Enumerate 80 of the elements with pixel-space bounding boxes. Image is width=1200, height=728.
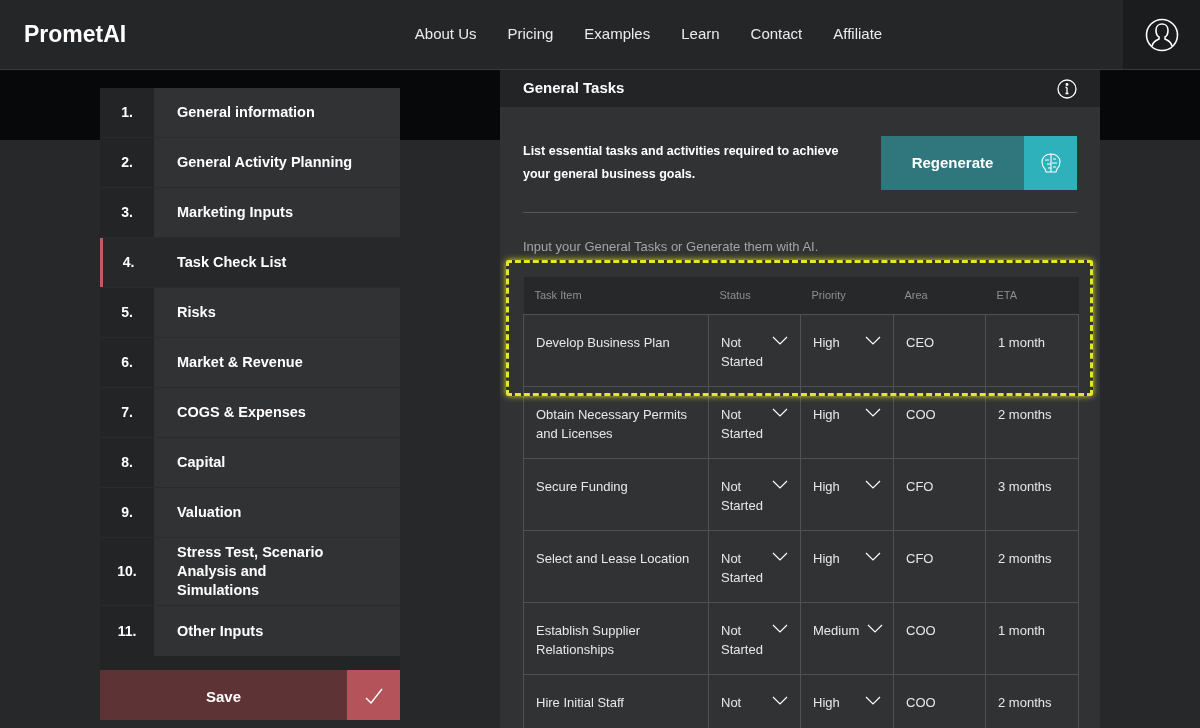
step-number: 2. [100, 138, 154, 187]
column-header: Status [708, 276, 801, 315]
status-dropdown[interactable]: Not Started [708, 386, 801, 459]
save-button[interactable]: Save [100, 670, 400, 720]
table-cell: CFO [893, 530, 986, 603]
table-cell: Secure Funding [523, 458, 709, 531]
step-number: 10. [100, 538, 154, 605]
step-item[interactable]: Capital [154, 438, 400, 487]
table-cell: Select and Lease Location [523, 530, 709, 603]
column-header: ETA [985, 276, 1079, 315]
table-cell: 1 month [985, 314, 1079, 387]
step-item[interactable]: General Activity Planning [154, 138, 400, 187]
hint-text: Input your General Tasks or Generate them with AI. [523, 238, 820, 256]
nav-link[interactable]: Affiliate [833, 23, 883, 46]
status-dropdown[interactable]: Not Started [708, 314, 801, 387]
chevron-down-icon [772, 624, 788, 633]
nav-link[interactable]: About Us [414, 23, 477, 46]
table-cell: 2 months [985, 386, 1079, 459]
chevron-down-icon [865, 552, 881, 561]
chevron-down-icon [865, 696, 881, 705]
step-item[interactable]: Risks [154, 288, 400, 337]
chevron-down-icon [772, 696, 788, 705]
column-header: Priority [800, 276, 894, 315]
chevron-down-icon [865, 336, 881, 345]
chevron-down-icon [867, 624, 884, 633]
step-item[interactable]: Valuation [154, 488, 400, 537]
column-header: Area [893, 276, 986, 315]
brain-icon [1038, 151, 1063, 175]
regenerate-button[interactable]: Regenerate [881, 136, 1077, 190]
step-number: 5. [100, 288, 154, 337]
table-cell: 2 months [985, 530, 1079, 603]
priority-dropdown[interactable]: High [800, 530, 894, 603]
check-icon [363, 688, 384, 704]
step-item[interactable]: Marketing Inputs [154, 188, 400, 237]
profile-button[interactable] [1123, 0, 1200, 69]
nav-link[interactable]: Pricing [507, 23, 554, 46]
step-number: 7. [100, 388, 154, 437]
table-cell: Obtain Necessary Permits and Licenses [523, 386, 709, 459]
step-item[interactable]: Market & Revenue [154, 338, 400, 387]
chevron-down-icon [772, 336, 788, 345]
status-dropdown[interactable]: Not Started [708, 530, 801, 603]
user-icon [1144, 17, 1179, 52]
step-item[interactable]: Other Inputs [154, 606, 400, 656]
chevron-down-icon [772, 408, 788, 417]
step-number: 11. [100, 606, 154, 656]
step-number: 6. [100, 338, 154, 387]
nav-link[interactable]: Learn [681, 23, 720, 46]
nav-link[interactable]: Contact [750, 23, 803, 46]
step-number: 3. [100, 188, 154, 237]
chevron-down-icon [772, 552, 788, 561]
panel-description: List essential tasks and activities required to achieve your general business goals. [523, 143, 840, 183]
chevron-down-icon [865, 408, 881, 417]
step-item[interactable]: COGS & Expenses [154, 388, 400, 437]
table-cell: CEO [893, 314, 986, 387]
status-dropdown[interactable]: Not Started [708, 602, 801, 675]
chevron-down-icon [865, 480, 881, 489]
step-number: 9. [100, 488, 154, 537]
priority-dropdown[interactable]: High [800, 314, 894, 387]
step-item[interactable]: General information [154, 88, 400, 137]
step-number: 1. [100, 88, 154, 137]
table-cell: COO [893, 602, 986, 675]
info-icon[interactable] [1057, 78, 1077, 99]
table-cell: 3 months [985, 458, 1079, 531]
status-dropdown[interactable]: Not Started [708, 458, 801, 531]
panel-title: General Tasks [523, 78, 625, 99]
priority-dropdown[interactable]: High [800, 386, 894, 459]
table-cell: Develop Business Plan [523, 314, 709, 387]
nav-link[interactable]: Examples [584, 23, 651, 46]
table-cell: Hire Initial Staff [523, 674, 709, 728]
priority-dropdown[interactable]: High [800, 458, 894, 531]
table-cell: COO [893, 386, 986, 459]
chevron-down-icon [772, 480, 788, 489]
table-cell: CFO [893, 458, 986, 531]
step-item[interactable]: Stress Test, Scenario Analysis and Simulations [154, 538, 400, 605]
table-cell: Establish Supplier Relationships [523, 602, 709, 675]
brand-logo[interactable]: PrometAI [24, 17, 224, 52]
step-number: 8. [100, 438, 154, 487]
table-cell: 1 month [985, 602, 1079, 675]
priority-dropdown[interactable]: Medium [800, 602, 894, 675]
column-header: Task Item [523, 276, 709, 315]
